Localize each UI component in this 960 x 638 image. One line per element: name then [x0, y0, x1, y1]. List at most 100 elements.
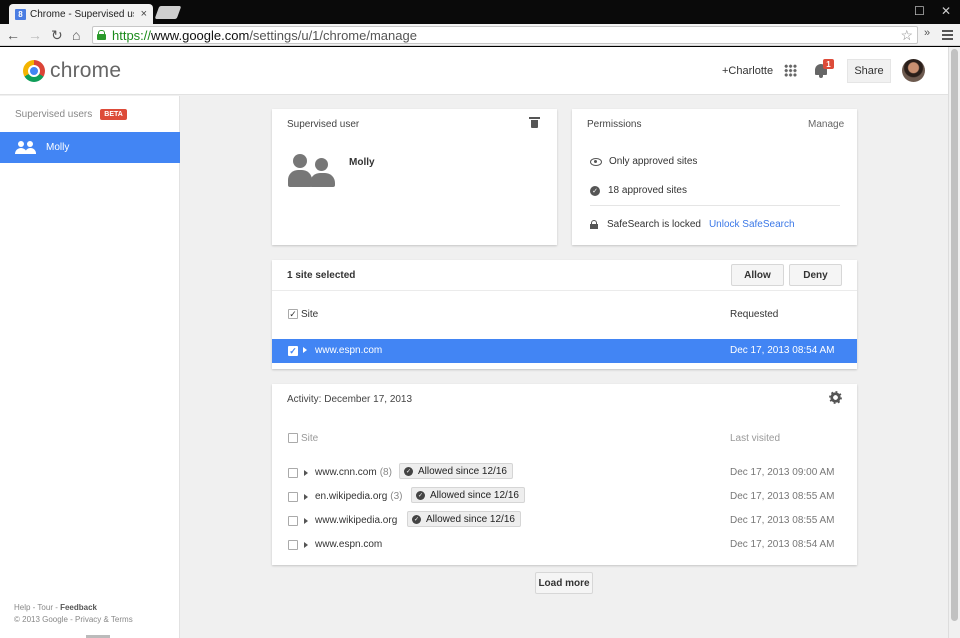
back-arrow-icon[interactable]: ←: [6, 26, 20, 44]
minimize-icon[interactable]: ☐: [914, 4, 925, 18]
row-checkbox[interactable]: [288, 516, 298, 526]
approved-sites-row[interactable]: ✓ 18 approved sites: [590, 185, 687, 196]
scrollbar[interactable]: [948, 47, 960, 638]
row-checkbox[interactable]: [288, 540, 298, 550]
requested-column-header: Requested: [730, 309, 779, 320]
visit-time: Dec 17, 2013 09:00 AM: [730, 467, 835, 478]
activity-title: Activity: December 17, 2013: [287, 394, 413, 405]
plus-user-link[interactable]: +Charlotte: [722, 65, 773, 77]
tab-close-icon[interactable]: ×: [141, 8, 147, 20]
site-link[interactable]: www.wikipedia.org: [315, 515, 400, 526]
lock-icon: [590, 220, 598, 229]
address-bar[interactable]: https://www.google.com/settings/u/1/chro…: [92, 26, 918, 44]
table-row[interactable]: www.wikipedia.org ✓ Allowed since 12/16 D…: [288, 511, 841, 531]
chrome-logo[interactable]: chrome: [23, 59, 121, 83]
url-text[interactable]: https://www.google.com/settings/u/1/chro…: [112, 28, 417, 43]
site-link[interactable]: en.wikipedia.org (3): [315, 491, 403, 502]
allow-button[interactable]: Allow: [731, 264, 784, 286]
safesearch-row: SafeSearch is locked Unlock SafeSearch: [590, 219, 795, 230]
help-link[interactable]: Help: [14, 603, 30, 612]
divider: [272, 290, 857, 291]
site-link[interactable]: www.espn.com: [315, 539, 385, 550]
requests-card: 1 site selected Allow Deny ✓ Site Reques…: [272, 260, 857, 369]
permissions-card: Permissions Manage Only approved sites ✓…: [572, 109, 857, 245]
feedback-link[interactable]: Feedback: [60, 603, 97, 612]
supervised-user-name: Molly: [349, 157, 375, 168]
google-favicon-icon: 8: [15, 8, 26, 20]
deny-button[interactable]: Deny: [789, 264, 842, 286]
selection-count: 1 site selected: [287, 270, 356, 281]
expand-caret-icon[interactable]: [304, 470, 308, 476]
card-title: Permissions: [587, 119, 642, 130]
avatar[interactable]: [902, 59, 925, 82]
home-icon[interactable]: ⌂: [72, 26, 80, 44]
sidebar-title: Supervised users BETA: [15, 109, 127, 120]
site-column-header: Site: [301, 433, 319, 444]
tab-title: Chrome - Supervised use: [30, 8, 134, 20]
unlock-safesearch-link[interactable]: Unlock SafeSearch: [709, 219, 795, 230]
select-all-checkbox[interactable]: ✓: [288, 309, 298, 319]
title-bar: 8 Chrome - Supervised use × ☐ ✕: [0, 0, 960, 24]
check-circle-icon: ✓: [404, 466, 413, 476]
sidebar: Supervised users BETA Molly Help - Tour …: [0, 96, 180, 638]
copyright-text: © 2013 Google: [14, 615, 68, 624]
supervised-user-avatar-icon: [288, 154, 338, 188]
share-button[interactable]: Share: [847, 59, 891, 83]
eye-icon: [590, 157, 602, 166]
people-icon: [15, 140, 37, 155]
close-window-icon[interactable]: ✕: [941, 4, 951, 18]
page-header: chrome +Charlotte 1 Share: [0, 47, 948, 95]
secure-lock-icon: [97, 30, 106, 40]
new-tab-button[interactable]: [154, 6, 182, 19]
visit-time: Dec 17, 2013 08:55 AM: [730, 491, 835, 502]
chrome-logo-icon: [23, 60, 45, 82]
browser-tab[interactable]: 8 Chrome - Supervised use ×: [9, 4, 153, 24]
select-all-checkbox[interactable]: [288, 433, 298, 443]
site-column-header: Site: [301, 309, 319, 320]
scrollbar-thumb[interactable]: [951, 49, 958, 621]
allowed-badge: ✓ Allowed since 12/16: [399, 463, 513, 479]
check-circle-icon: ✓: [416, 490, 425, 500]
expand-caret-icon[interactable]: [303, 347, 307, 353]
last-visited-column-header: Last visited: [730, 433, 781, 444]
privacy-terms-link[interactable]: Privacy & Terms: [75, 615, 133, 624]
page: chrome +Charlotte 1 Share Supervised use…: [0, 47, 948, 638]
table-row[interactable]: ✓ www.espn.com Dec 17, 2013 08:54 AM: [272, 339, 857, 363]
only-approved-row: Only approved sites: [590, 156, 697, 167]
menu-icon[interactable]: [942, 30, 953, 40]
trash-icon[interactable]: [529, 117, 540, 128]
notification-count-badge: 1: [823, 59, 834, 69]
extensions-overflow-icon[interactable]: »: [924, 27, 930, 39]
forward-arrow-icon[interactable]: →: [28, 26, 42, 44]
sidebar-footer: Help - Tour - Feedback © 2013 Google - P…: [14, 603, 133, 624]
expand-caret-icon[interactable]: [304, 494, 308, 500]
tour-link[interactable]: Tour: [37, 603, 53, 612]
table-row[interactable]: www.cnn.com (8) ✓ Allowed since 12/16 Dec …: [288, 463, 841, 483]
activity-card: Activity: December 17, 2013 Site Last vi…: [272, 384, 857, 565]
manage-link[interactable]: Manage: [808, 119, 844, 130]
row-checkbox[interactable]: ✓: [288, 346, 298, 356]
reload-icon[interactable]: ↻: [51, 26, 63, 44]
visit-time: Dec 17, 2013 08:55 AM: [730, 515, 835, 526]
apps-grid-icon[interactable]: [784, 64, 797, 77]
expand-caret-icon[interactable]: [304, 518, 308, 524]
table-row[interactable]: www.espn.com Dec 17, 2013 08:54 AM: [288, 535, 841, 555]
row-checkbox[interactable]: [288, 492, 298, 502]
sidebar-item-label: Molly: [46, 142, 70, 153]
row-checkbox[interactable]: [288, 468, 298, 478]
divider: [590, 205, 840, 206]
card-title: Supervised user: [287, 119, 360, 130]
check-circle-icon: ✓: [412, 514, 421, 524]
check-circle-icon: ✓: [590, 185, 600, 196]
gear-icon[interactable]: [829, 391, 842, 404]
requests-table-header: ✓ Site Requested: [288, 309, 841, 321]
site-link[interactable]: www.cnn.com (8): [315, 467, 392, 478]
table-row[interactable]: en.wikipedia.org (3) ✓ Allowed since 12/16…: [288, 487, 841, 507]
expand-caret-icon[interactable]: [304, 542, 308, 548]
load-more-button[interactable]: Load more: [535, 572, 593, 594]
allowed-badge: ✓ Allowed since 12/16: [411, 487, 525, 503]
sidebar-item-molly[interactable]: Molly: [0, 132, 180, 163]
star-icon[interactable]: ☆: [900, 27, 913, 44]
request-time: Dec 17, 2013 08:54 AM: [730, 345, 835, 356]
allowed-badge: ✓ Allowed since 12/16: [407, 511, 521, 527]
